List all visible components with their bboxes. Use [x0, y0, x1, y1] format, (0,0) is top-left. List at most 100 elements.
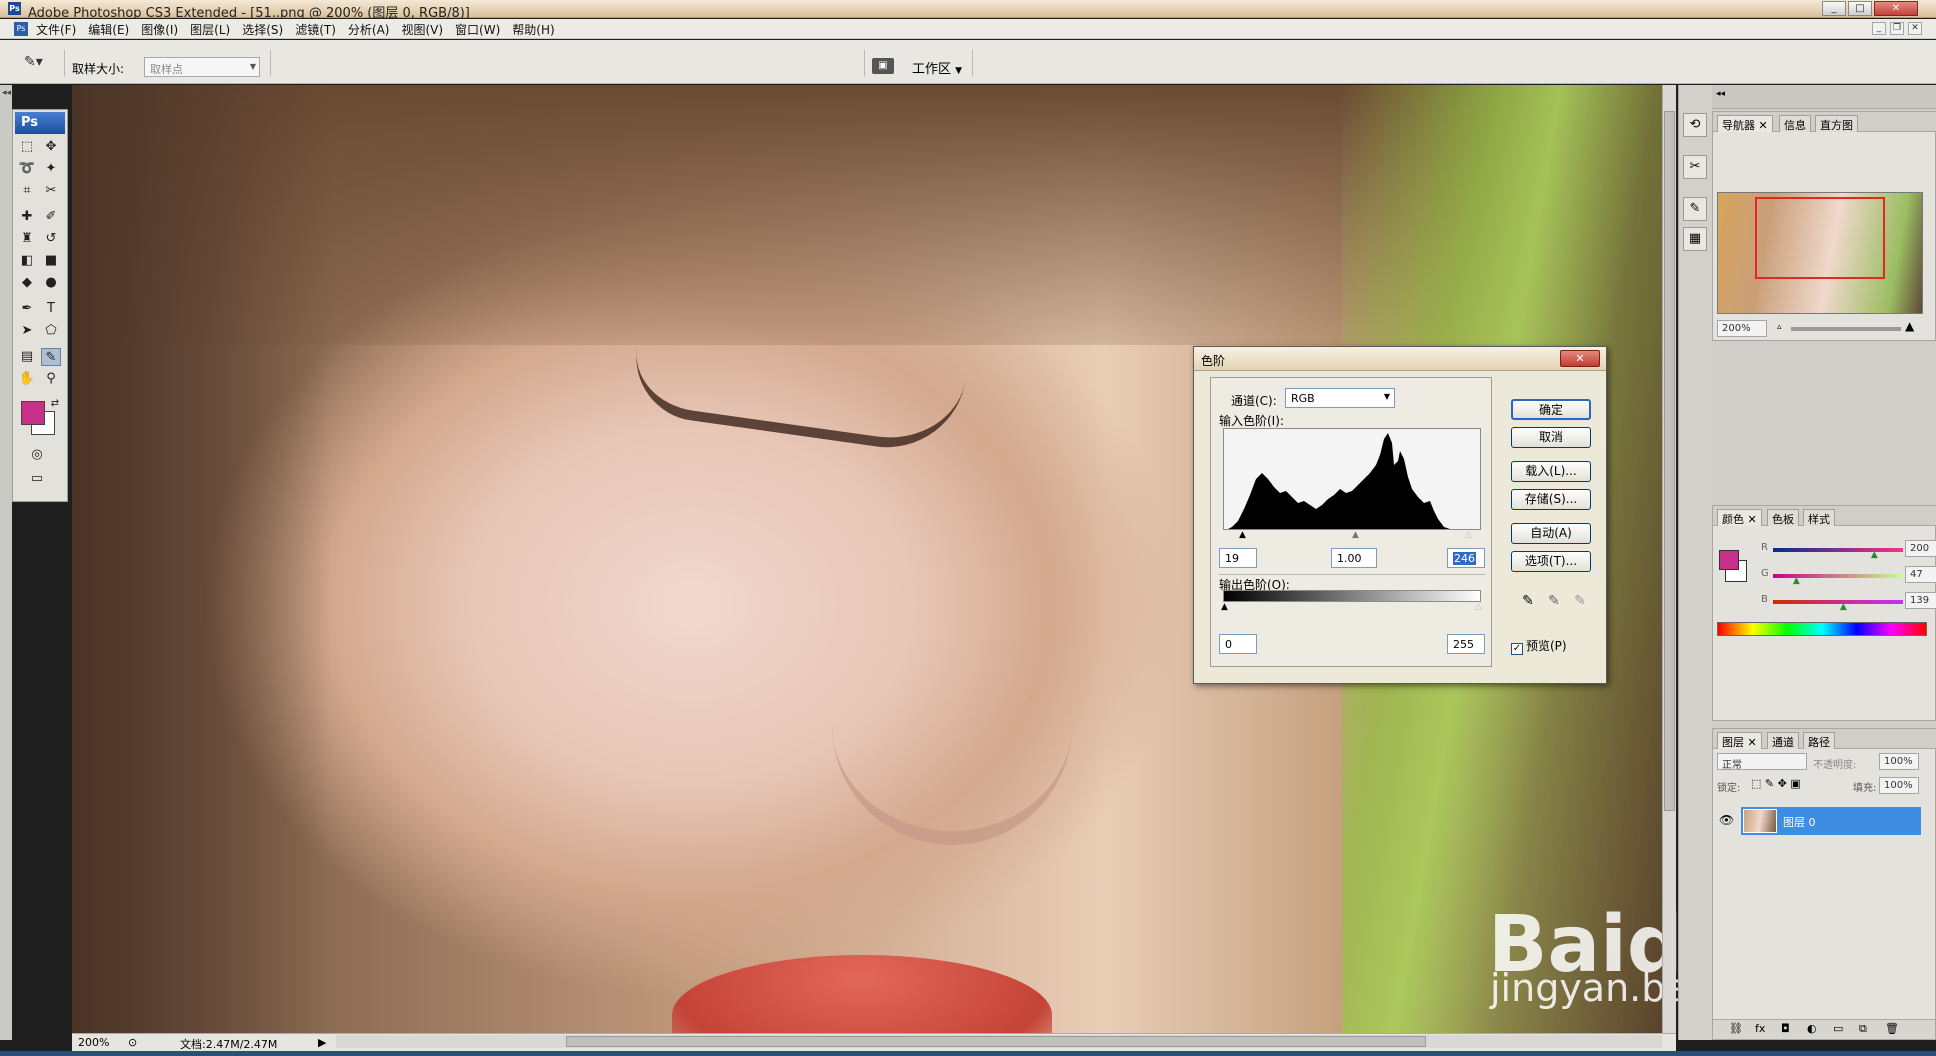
- layer-mask-icon[interactable]: ◘: [1781, 1022, 1790, 1035]
- blur-tool-icon[interactable]: ◆: [17, 274, 37, 292]
- channel-select[interactable]: RGB ▼: [1285, 388, 1395, 408]
- zoom-in-icon[interactable]: ▲: [1905, 319, 1914, 333]
- layer-style-icon[interactable]: fx: [1755, 1022, 1765, 1035]
- navigator-thumbnail[interactable]: [1717, 192, 1923, 314]
- move-tool-icon[interactable]: ✥: [41, 138, 61, 156]
- lock-icons[interactable]: ⬚ ✎ ✥ ▣: [1751, 777, 1801, 790]
- menu-view[interactable]: 视图(V): [401, 21, 443, 38]
- opacity-input[interactable]: 100%: [1879, 753, 1919, 770]
- input-black-field[interactable]: 19: [1219, 548, 1257, 568]
- status-options-icon[interactable]: ⊙: [128, 1036, 137, 1049]
- tab-swatches[interactable]: 色板: [1767, 509, 1799, 526]
- screen-mode-icon[interactable]: ▭: [27, 470, 47, 488]
- menu-window[interactable]: 窗口(W): [455, 21, 500, 38]
- tab-layers[interactable]: 图层 ✕: [1717, 732, 1762, 749]
- layer-comps-icon[interactable]: ▦: [1683, 227, 1707, 251]
- status-menu-arrow-icon[interactable]: ▶: [318, 1036, 326, 1049]
- tool-presets-icon[interactable]: ✎: [1683, 197, 1707, 221]
- red-slider-knob[interactable]: ▲: [1871, 550, 1878, 560]
- tab-histogram[interactable]: 直方图: [1815, 115, 1858, 132]
- pen-tool-icon[interactable]: ✒: [17, 300, 37, 318]
- menu-layer[interactable]: 图层(L): [190, 21, 230, 38]
- auto-button[interactable]: 自动(A): [1511, 523, 1591, 544]
- preview-checkbox[interactable]: ✓ 预览(P): [1511, 637, 1567, 655]
- history-brush-tool-icon[interactable]: ↺: [41, 230, 61, 248]
- dialog-close-button[interactable]: ✕: [1560, 350, 1600, 367]
- new-layer-icon[interactable]: ⧉: [1859, 1022, 1867, 1036]
- cancel-button[interactable]: 取消: [1511, 427, 1591, 448]
- input-black-slider-icon[interactable]: ▲: [1239, 530, 1246, 540]
- navigator-zoom-slider[interactable]: [1791, 327, 1901, 331]
- tab-paths[interactable]: 路径: [1803, 732, 1835, 749]
- layer-row[interactable]: 图层 0: [1741, 807, 1921, 835]
- fill-input[interactable]: 100%: [1879, 777, 1919, 794]
- menu-analysis[interactable]: 分析(A): [348, 21, 390, 38]
- swap-colors-icon[interactable]: ⇄: [45, 395, 65, 413]
- output-black-field[interactable]: 0: [1219, 634, 1257, 654]
- tab-color[interactable]: 颜色 ✕: [1717, 509, 1762, 526]
- collapse-arrows-icon[interactable]: ◂◂: [2, 88, 11, 98]
- sample-size-select[interactable]: 取样点 ▼: [144, 57, 260, 77]
- black-eyedropper-icon[interactable]: ✎: [1518, 593, 1538, 609]
- white-eyedropper-icon[interactable]: ✎: [1570, 593, 1590, 609]
- blend-mode-select[interactable]: 正常: [1717, 753, 1807, 771]
- hand-tool-icon[interactable]: ✋: [17, 370, 37, 388]
- brush-tool-icon[interactable]: ✐: [41, 208, 61, 226]
- quick-mask-icon[interactable]: ◎: [27, 446, 47, 464]
- input-gamma-slider-icon[interactable]: ▲: [1352, 530, 1359, 540]
- vertical-scrollbar[interactable]: [1662, 85, 1676, 1033]
- shape-tool-icon[interactable]: ⬠: [41, 322, 61, 340]
- dodge-tool-icon[interactable]: ●: [41, 274, 61, 292]
- output-white-slider-icon[interactable]: △: [1475, 602, 1482, 612]
- bridge-icon[interactable]: ▣: [872, 58, 894, 74]
- marquee-tool-icon[interactable]: ⬚: [17, 138, 37, 156]
- ok-button[interactable]: 确定: [1511, 399, 1591, 420]
- workspace-menu[interactable]: 工作区 ▼: [912, 58, 962, 77]
- slice-tool-icon[interactable]: ✂: [41, 182, 61, 200]
- navigator-view-box[interactable]: [1755, 197, 1885, 279]
- menu-filter[interactable]: 滤镜(T): [295, 21, 336, 38]
- input-gamma-field[interactable]: 1.00: [1331, 548, 1377, 568]
- history-panel-icon[interactable]: ⟲: [1683, 113, 1707, 137]
- zoom-tool-icon[interactable]: ⚲: [41, 370, 61, 388]
- type-tool-icon[interactable]: T: [41, 300, 61, 318]
- horizontal-scrollbar[interactable]: [336, 1035, 1662, 1048]
- navigator-zoom-input[interactable]: 200%: [1717, 320, 1767, 337]
- horizontal-scroll-thumb[interactable]: [566, 1036, 1426, 1047]
- foreground-color-swatch[interactable]: [21, 401, 45, 425]
- vertical-scroll-thumb[interactable]: [1664, 111, 1675, 811]
- menu-help[interactable]: 帮助(H): [512, 21, 554, 38]
- tab-navigator[interactable]: 导航器 ✕: [1717, 115, 1773, 132]
- menu-select[interactable]: 选择(S): [242, 21, 283, 38]
- menu-file[interactable]: 文件(F): [36, 21, 76, 38]
- tab-styles[interactable]: 样式: [1803, 509, 1835, 526]
- clone-stamp-tool-icon[interactable]: ♜: [17, 230, 37, 248]
- red-slider[interactable]: [1773, 548, 1903, 552]
- notes-tool-icon[interactable]: ▤: [17, 348, 37, 366]
- menu-image[interactable]: 图像(I): [141, 21, 178, 38]
- gray-eyedropper-icon[interactable]: ✎: [1544, 593, 1564, 609]
- blue-slider-knob[interactable]: ▲: [1840, 602, 1847, 612]
- actions-panel-icon[interactable]: ✂: [1683, 155, 1707, 179]
- blue-value[interactable]: 139: [1905, 592, 1936, 609]
- eraser-tool-icon[interactable]: ◧: [17, 252, 37, 270]
- save-button[interactable]: 存储(S)...: [1511, 489, 1591, 510]
- green-slider-knob[interactable]: ▲: [1793, 576, 1800, 586]
- doc-restore-button[interactable]: ❐: [1890, 22, 1904, 35]
- zoom-level[interactable]: 200%: [78, 1036, 109, 1049]
- layer-name[interactable]: 图层 0: [1783, 814, 1816, 830]
- blue-slider[interactable]: [1773, 600, 1903, 604]
- gradient-tool-icon[interactable]: ■: [41, 252, 61, 270]
- zoom-out-icon[interactable]: ▵: [1777, 322, 1782, 332]
- menu-edit[interactable]: 编辑(E): [88, 21, 129, 38]
- options-button[interactable]: 选项(T)...: [1511, 551, 1591, 572]
- visibility-eye-icon[interactable]: 👁: [1719, 813, 1734, 827]
- input-white-field[interactable]: 246: [1447, 548, 1485, 568]
- input-white-slider-icon[interactable]: △: [1465, 530, 1472, 540]
- color-fg-swatch[interactable]: [1719, 550, 1739, 570]
- green-value[interactable]: 47: [1905, 566, 1936, 583]
- maximize-button[interactable]: □: [1848, 1, 1872, 16]
- delete-layer-icon[interactable]: 🗑: [1885, 1022, 1899, 1035]
- doc-minimize-button[interactable]: _: [1872, 22, 1886, 35]
- link-layers-icon[interactable]: ⛓: [1729, 1022, 1743, 1035]
